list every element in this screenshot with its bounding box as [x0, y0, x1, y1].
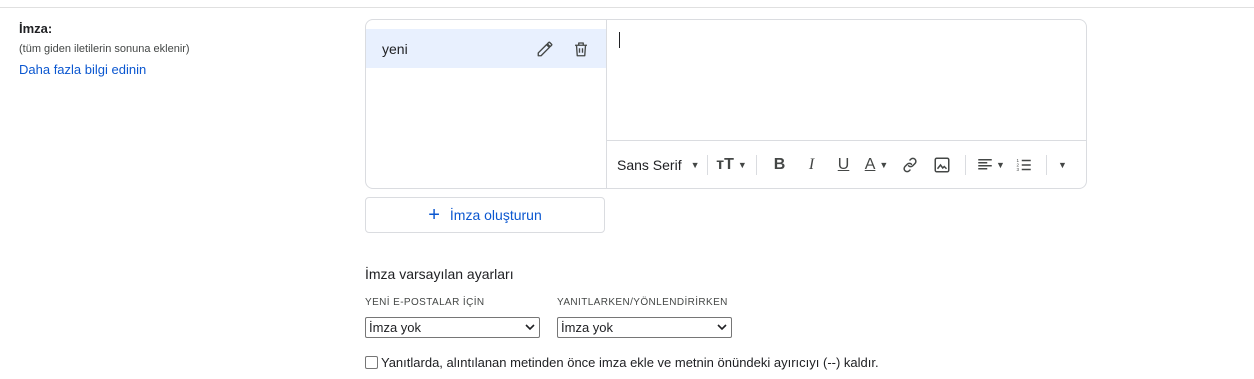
signature-label: İmza: [19, 21, 53, 36]
plus-icon: + [428, 204, 440, 226]
section-divider [0, 7, 1254, 8]
signature-list-item[interactable]: yeni [366, 29, 606, 68]
font-family-select[interactable]: Sans Serif ▼ [617, 157, 700, 173]
signature-name: yeni [382, 40, 408, 57]
toolbar-separator [706, 155, 708, 175]
learn-more-link[interactable]: Daha fazla bilgi edinin [19, 62, 146, 77]
text-color-icon[interactable]: A ▼ [860, 151, 894, 179]
delete-icon[interactable] [570, 38, 592, 60]
create-signature-label: İmza oluşturun [449, 207, 542, 223]
more-icon[interactable]: ▼ [1054, 151, 1072, 179]
create-signature-button[interactable]: + İmza oluşturun [365, 197, 605, 233]
toolbar-separator [755, 155, 757, 175]
chevron-down-icon: ▼ [690, 160, 700, 170]
chevron-down-icon [521, 324, 539, 331]
svg-text:3: 3 [1016, 167, 1019, 172]
align-icon[interactable]: ▼ [973, 151, 1009, 179]
signature-editor: yeni Sans Serif ▼ тT ▼ B I U A ▼ ▼ 1 2 3… [365, 19, 1087, 189]
reply-forward-label: YANITLARKEN/YÖNLENDİRİRKEN [557, 297, 728, 308]
text-caret [619, 32, 620, 48]
signature-sublabel: (tüm giden iletilerin sonuna eklenir) [19, 43, 190, 55]
font-size-icon[interactable]: тT ▼ [715, 151, 749, 179]
bold-icon[interactable]: B [764, 151, 796, 179]
reply-forward-signature-select[interactable]: İmza yok [557, 317, 732, 338]
chevron-down-icon [713, 324, 731, 331]
new-mail-label: YENİ E-POSTALAR İÇİN [365, 297, 485, 308]
signature-text-area[interactable] [607, 20, 1086, 140]
toolbar-separator [1045, 155, 1047, 175]
toolbar-separator [964, 155, 966, 175]
numbered-list-icon[interactable]: 123 [1009, 151, 1039, 179]
signature-list: yeni [366, 20, 607, 188]
insert-before-quote-option: Yanıtlarda, alıntılanan metinden önce im… [365, 355, 879, 370]
underline-icon[interactable]: U [828, 151, 860, 179]
new-mail-signature-value: İmza yok [369, 320, 422, 335]
insert-before-quote-checkbox[interactable] [365, 356, 378, 369]
signature-defaults-title: İmza varsayılan ayarları [365, 266, 514, 282]
formatting-toolbar: Sans Serif ▼ тT ▼ B I U A ▼ ▼ 123 ▼ [607, 140, 1086, 188]
edit-icon[interactable] [534, 38, 556, 60]
insert-before-quote-label[interactable]: Yanıtlarda, alıntılanan metinden önce im… [381, 355, 879, 370]
font-family-value: Sans Serif [617, 157, 682, 173]
italic-icon[interactable]: I [796, 151, 828, 179]
image-icon[interactable] [926, 151, 958, 179]
link-icon[interactable] [894, 151, 926, 179]
new-mail-signature-select[interactable]: İmza yok [365, 317, 540, 338]
reply-forward-signature-value: İmza yok [561, 320, 614, 335]
